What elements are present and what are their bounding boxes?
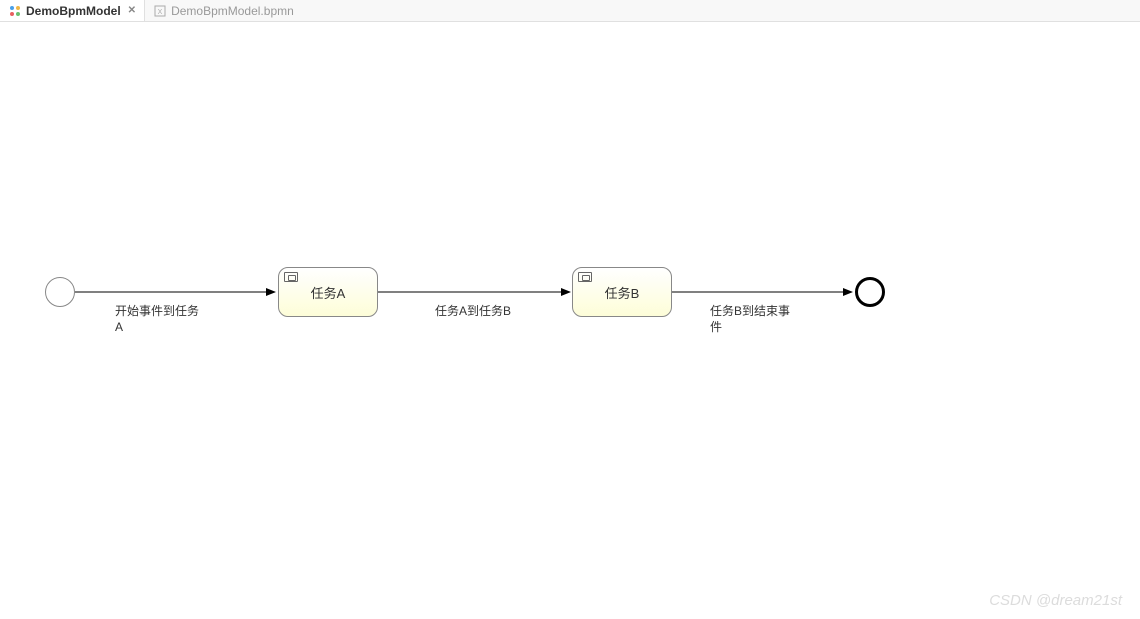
xml-file-icon: X xyxy=(153,4,167,18)
watermark: CSDN @dream21st xyxy=(989,592,1122,609)
task-a[interactable]: 任务A xyxy=(278,267,378,317)
close-icon[interactable]: ✕ xyxy=(128,5,136,16)
tab-label: DemoBpmModel.bpmn xyxy=(171,4,294,18)
svg-text:X: X xyxy=(158,9,163,16)
bpmn-canvas[interactable]: 任务A 任务B 开始事件到任务A 任务A到任务B 任务B到结束事件 CSDN @… xyxy=(0,22,1140,619)
task-label: 任务B xyxy=(605,283,640,302)
end-event[interactable] xyxy=(855,277,885,307)
user-task-icon xyxy=(284,272,298,282)
tab-demo-bpm-model-bpmn[interactable]: X DemoBpmModel.bpmn xyxy=(145,0,302,21)
flow-label-b-to-end[interactable]: 任务B到结束事件 xyxy=(710,304,800,335)
user-task-icon xyxy=(578,272,592,282)
tab-demo-bpm-model[interactable]: DemoBpmModel ✕ xyxy=(0,0,145,21)
start-event[interactable] xyxy=(45,277,75,307)
flow-label-start-to-a[interactable]: 开始事件到任务A xyxy=(115,304,205,335)
flow-label-a-to-b[interactable]: 任务A到任务B xyxy=(435,304,511,320)
task-b[interactable]: 任务B xyxy=(572,267,672,317)
tab-label: DemoBpmModel xyxy=(26,4,121,18)
task-label: 任务A xyxy=(311,283,346,302)
bpmn-diagram-icon xyxy=(8,4,22,18)
editor-tab-bar: DemoBpmModel ✕ X DemoBpmModel.bpmn xyxy=(0,0,1140,22)
